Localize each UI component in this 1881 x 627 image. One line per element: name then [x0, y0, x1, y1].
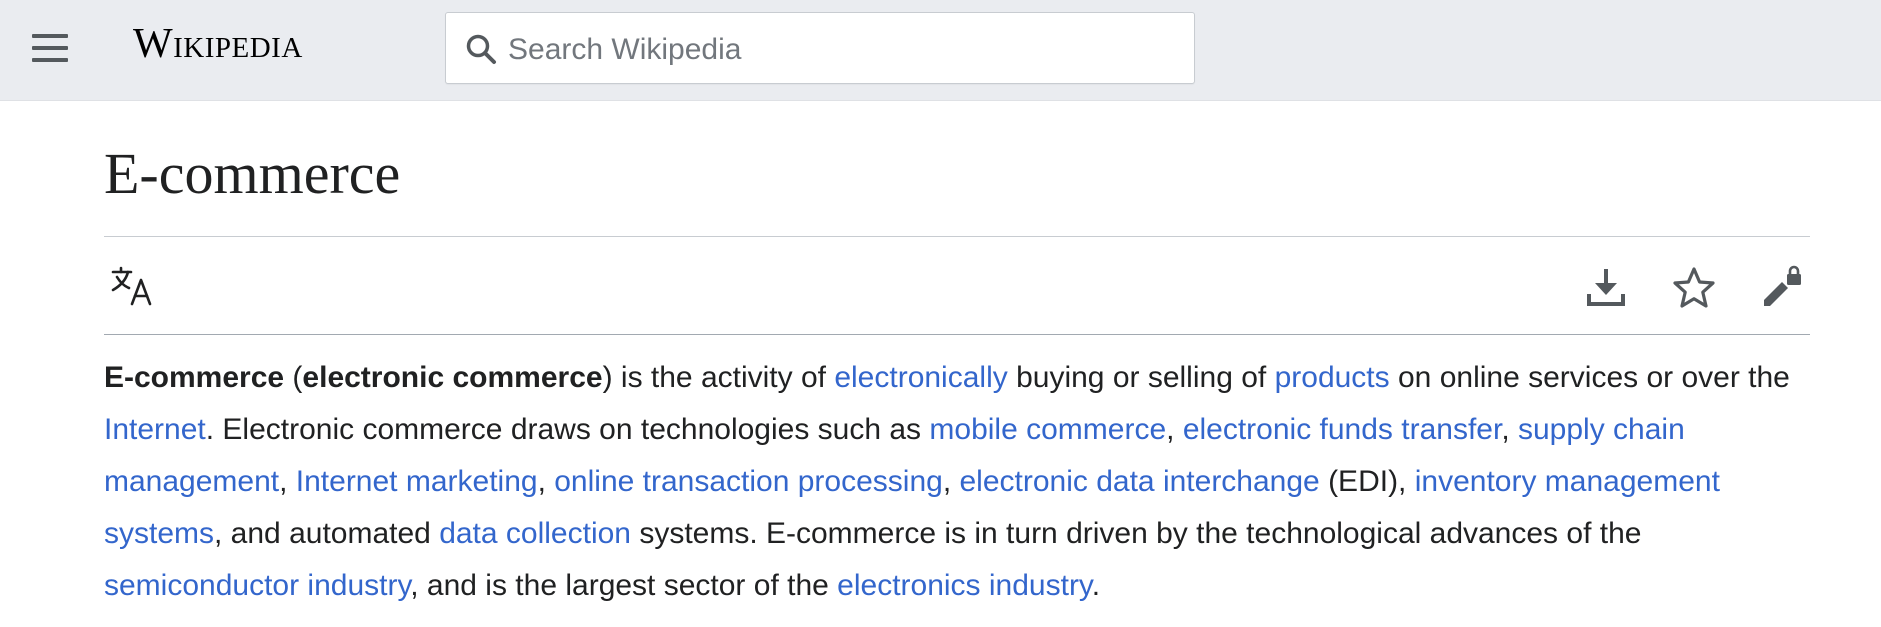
edit-locked-icon[interactable]: [1760, 264, 1804, 308]
star-icon[interactable]: [1672, 266, 1716, 310]
search-input[interactable]: [506, 29, 1150, 71]
language-icon[interactable]: [110, 266, 154, 310]
link-semiconductor-industry[interactable]: semiconductor industry: [104, 569, 410, 602]
link-data-collection[interactable]: data collection: [439, 517, 631, 550]
link-electronically[interactable]: electronically: [834, 361, 1007, 394]
text-segment: (EDI),: [1319, 465, 1415, 498]
lead-paragraph: E-commerce (electronic commerce) is the …: [104, 352, 1824, 612]
wikipedia-logo[interactable]: Wikipedia: [133, 20, 303, 68]
text-segment: . Electronic commerce draws on technolog…: [205, 413, 930, 446]
link-electronics-industry[interactable]: electronics industry: [837, 569, 1092, 602]
main-menu-button[interactable]: [26, 28, 72, 68]
text-segment: , and automated: [214, 517, 440, 550]
search-box[interactable]: [445, 12, 1195, 84]
link-electronic-data-interchange[interactable]: electronic data interchange: [960, 465, 1320, 498]
link-products[interactable]: products: [1275, 361, 1390, 394]
link-electronic-funds-transfer[interactable]: electronic funds transfer: [1183, 413, 1502, 446]
search-icon: [466, 34, 496, 64]
toolbar-divider: [104, 334, 1810, 335]
top-header: Wikipedia: [0, 0, 1881, 101]
text-segment: buying or selling of: [1007, 361, 1275, 394]
text-segment: systems. E-commerce is in turn driven by…: [630, 517, 1642, 550]
link-mobile-commerce[interactable]: mobile commerce: [929, 413, 1166, 446]
text-segment: , and is the largest sector of the: [410, 569, 838, 602]
link-internet-marketing[interactable]: Internet marketing: [296, 465, 538, 498]
text-segment: on online services or over the: [1389, 361, 1790, 394]
bold-term: electronic commerce: [302, 361, 603, 394]
hamburger-icon-bar: [32, 58, 68, 62]
hamburger-icon-bar: [32, 34, 68, 38]
download-icon[interactable]: [1584, 266, 1628, 310]
text-segment: ,: [279, 465, 296, 498]
hamburger-icon-bar: [32, 46, 68, 50]
text-segment: ,: [942, 465, 960, 498]
text-segment: ,: [1166, 413, 1183, 446]
page-title: E-commerce: [104, 141, 401, 206]
link-internet[interactable]: Internet: [104, 413, 206, 446]
text-segment: ) is the activity of: [602, 361, 835, 394]
bold-term: E-commerce: [104, 361, 285, 394]
title-divider: [104, 236, 1810, 237]
link-online-transaction-processing[interactable]: online transaction processing: [554, 465, 943, 498]
text-segment: (: [284, 361, 303, 394]
text-segment: ,: [537, 465, 555, 498]
text-segment: ,: [1501, 413, 1518, 446]
text-segment: .: [1091, 569, 1101, 602]
